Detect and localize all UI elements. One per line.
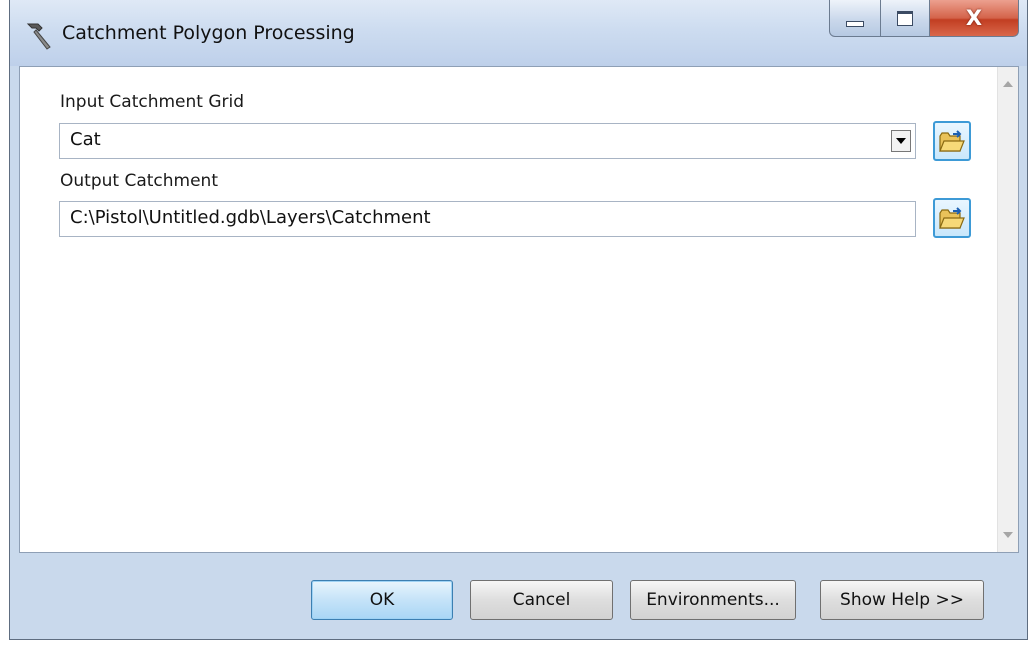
input-catchment-grid-value: Cat bbox=[70, 129, 101, 150]
window-title: Catchment Polygon Processing bbox=[62, 22, 355, 44]
output-catchment-value: C:\Pistol\Untitled.gdb\Layers\Catchment bbox=[70, 207, 431, 228]
environments-button[interactable]: Environments... bbox=[630, 580, 796, 620]
input-catchment-grid-label: Input Catchment Grid bbox=[60, 92, 245, 112]
close-icon: X bbox=[965, 6, 983, 30]
scroll-up-icon[interactable] bbox=[1003, 81, 1013, 87]
output-catchment-label: Output Catchment bbox=[60, 171, 218, 191]
maximize-button[interactable] bbox=[880, 0, 930, 37]
chevron-down-icon bbox=[896, 138, 906, 144]
input-catchment-grid-dropdown[interactable]: Cat bbox=[59, 123, 916, 159]
vertical-scrollbar[interactable] bbox=[997, 67, 1018, 552]
browse-input-button[interactable] bbox=[933, 121, 971, 161]
browse-output-button[interactable] bbox=[933, 198, 971, 238]
open-folder-icon bbox=[939, 130, 965, 152]
hammer-icon bbox=[26, 23, 51, 50]
tool-dialog-window: Catchment Polygon Processing X Input Cat… bbox=[9, 0, 1028, 640]
cancel-button[interactable]: Cancel bbox=[470, 580, 613, 620]
minimize-button[interactable] bbox=[829, 0, 881, 37]
open-folder-icon bbox=[939, 207, 965, 229]
close-button[interactable]: X bbox=[929, 0, 1019, 37]
output-catchment-input[interactable]: C:\Pistol\Untitled.gdb\Layers\Catchment bbox=[59, 201, 916, 237]
scroll-down-icon[interactable] bbox=[1003, 532, 1013, 538]
ok-button[interactable]: OK bbox=[311, 580, 453, 620]
show-help-button[interactable]: Show Help >> bbox=[820, 580, 984, 620]
dropdown-arrow-button[interactable] bbox=[891, 130, 911, 152]
minimize-icon bbox=[846, 21, 864, 27]
parameters-panel: Input Catchment Grid Cat Output Catchmen… bbox=[19, 66, 1019, 553]
title-bar[interactable]: Catchment Polygon Processing X bbox=[10, 0, 1027, 66]
maximize-icon bbox=[897, 10, 913, 26]
